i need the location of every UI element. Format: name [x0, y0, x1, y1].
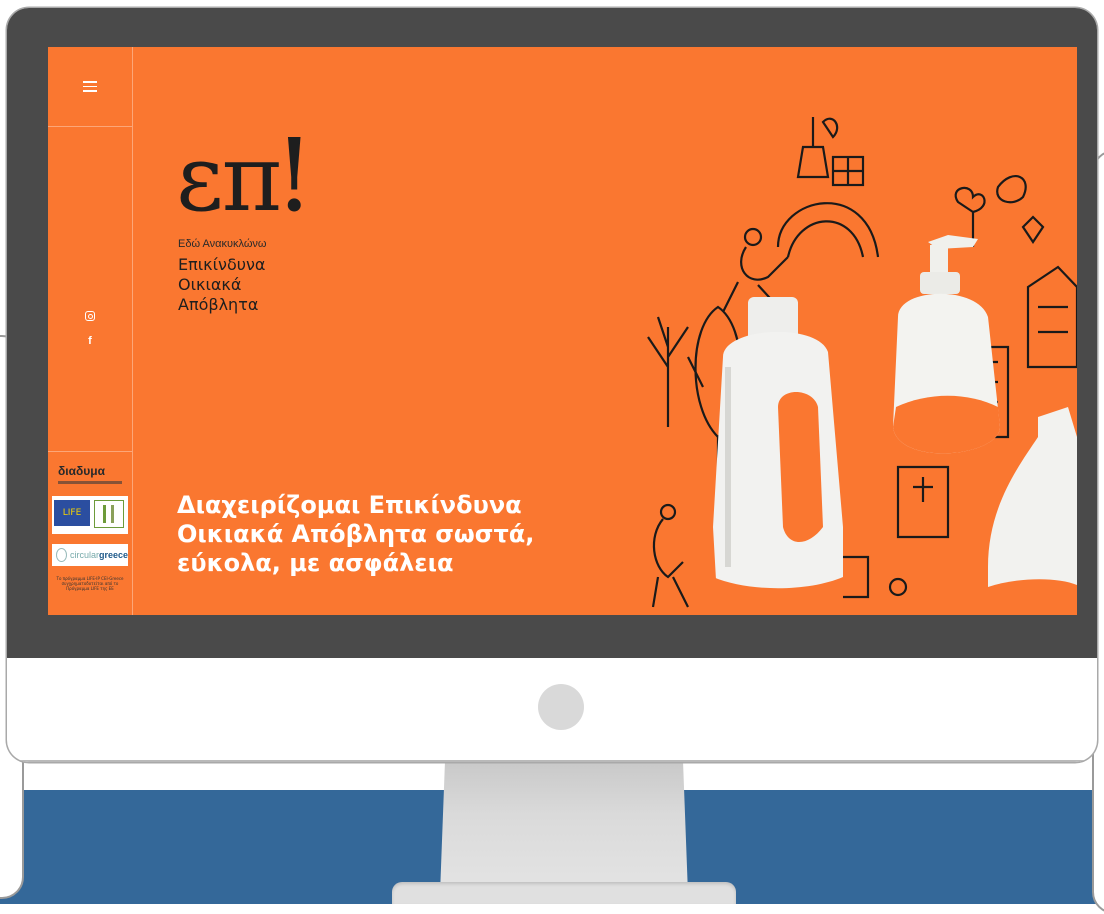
tagline-line: Απόβλητα	[178, 295, 259, 314]
instagram-icon[interactable]	[85, 311, 95, 321]
bottles-group	[713, 235, 1077, 615]
sidebar: f διαδυμα LIFE circulargreece Το πρόγραμ…	[48, 47, 133, 615]
tagline-big: Επικίνδυνα Οικιακά Απόβλητα	[178, 255, 265, 315]
circular-greece-icon	[56, 548, 67, 562]
menu-button[interactable]	[48, 47, 132, 127]
circular-greece-prefix: circular	[69, 550, 99, 560]
tagline-small: Εδώ Ανακυκλώνω	[178, 238, 267, 250]
pump-bottle	[893, 235, 1000, 454]
website-screen: f διαδυμα LIFE circulargreece Το πρόγραμ…	[48, 47, 1077, 615]
monitor-chin-line	[7, 760, 1097, 762]
diadyma-logo-subtitle	[58, 481, 122, 484]
funding-note: Το πρόγραμμα LIFE-IP CEI-Greece συγχρημα…	[56, 576, 124, 591]
life-program-icon	[94, 500, 124, 528]
facebook-icon[interactable]: f	[83, 335, 97, 347]
eu-life-logo[interactable]: LIFE	[52, 496, 128, 534]
hero-headline: Διαχειρίζομαι Επικίνδυνα Οικιακά Απόβλητ…	[177, 491, 627, 578]
headline-line: εύκολα, με ασφάλεια	[177, 549, 454, 577]
circular-greece-brand: greece	[98, 550, 128, 560]
headline-line: Διαχειρίζομαι Επικίνδυνα	[177, 491, 522, 519]
tagline-line: Επικίνδυνα	[178, 255, 266, 274]
circular-greece-logo[interactable]: circulargreece	[52, 544, 128, 566]
ep-logo-letters: επ	[176, 125, 282, 232]
monitor-stand	[440, 762, 688, 894]
cleaner-bottle	[988, 407, 1077, 615]
hamburger-menu-icon[interactable]	[83, 78, 97, 95]
ep-logo[interactable]: επ!	[176, 117, 314, 234]
diadyma-logo[interactable]: διαδυμα	[58, 464, 105, 478]
desktop-monitor: f διαδυμα LIFE circulargreece Το πρόγραμ…	[7, 8, 1097, 762]
hero-illustration	[647, 117, 1077, 615]
tagline-line: Οικιακά	[178, 275, 242, 294]
detergent-jug	[713, 297, 843, 615]
monitor-logo-dot	[538, 684, 584, 730]
headline-line: Οικιακά Απόβλητα σωστά,	[177, 520, 535, 548]
monitor-stand-base	[392, 882, 736, 904]
sponsor-logos: διαδυμα LIFE circulargreece Το πρόγραμμα…	[48, 451, 132, 615]
eu-flag-icon: LIFE	[54, 500, 90, 526]
ep-logo-exclamation: !	[274, 117, 314, 234]
